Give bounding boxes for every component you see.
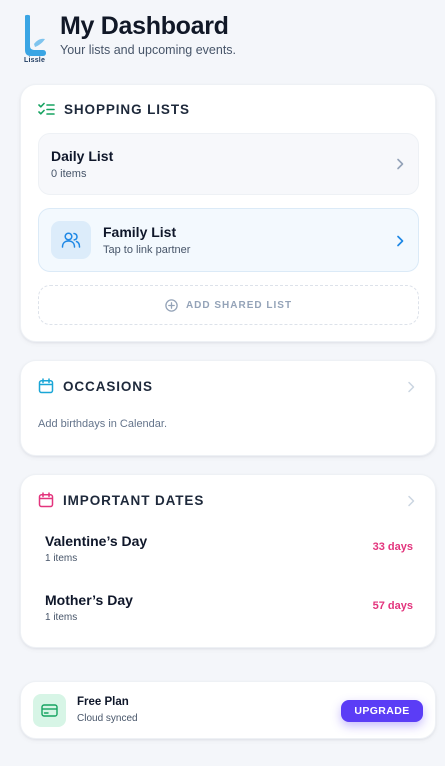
date-item-valentines[interactable]: Valentine’s Day 1 items 33 days	[45, 533, 413, 573]
shopping-lists-card: SHOPPING LISTS Daily List 0 items Family…	[20, 84, 436, 342]
list-item-daily[interactable]: Daily List 0 items	[38, 133, 419, 195]
sync-status: Cloud synced	[77, 713, 138, 724]
logo-wordmark: Lissle	[24, 57, 46, 64]
plus-circle-icon	[165, 298, 178, 312]
days-remaining-badge: 57 days	[372, 600, 413, 612]
page-subtitle: Your lists and upcoming events.	[60, 43, 237, 57]
chevron-right-icon	[397, 235, 404, 247]
plan-name: Free Plan	[77, 696, 129, 708]
checklist-icon	[38, 102, 55, 115]
important-dates-card: IMPORTANT DATES Valentine’s Day 1 items …	[20, 474, 436, 648]
upgrade-button[interactable]: UPGRADE	[341, 700, 423, 722]
list-name: Daily List	[51, 148, 114, 164]
chevron-right-icon[interactable]	[407, 495, 415, 507]
date-item-count: 1 items	[45, 553, 78, 564]
credit-card-icon	[41, 704, 58, 717]
occasions-empty-note: Add birthdays in Calendar.	[38, 418, 168, 430]
list-link-hint: Tap to link partner	[103, 244, 191, 256]
chevron-right-icon	[397, 158, 404, 170]
list-item-count: 0 items	[51, 168, 87, 180]
date-name: Mother’s Day	[45, 592, 133, 608]
add-shared-list-button[interactable]: ADD SHARED LIST	[38, 285, 419, 325]
list-item-family[interactable]: Family List Tap to link partner	[38, 208, 419, 272]
calendar-icon	[38, 492, 54, 508]
occasions-card[interactable]: OCCASIONS Add birthdays in Calendar.	[20, 360, 436, 456]
chevron-right-icon	[408, 381, 415, 393]
family-icon-container	[51, 221, 91, 259]
date-item-count: 1 items	[45, 612, 78, 623]
plan-card: Free Plan Cloud synced UPGRADE	[20, 681, 436, 739]
days-remaining-badge: 33 days	[372, 541, 413, 553]
shopping-lists-title: SHOPPING LISTS	[64, 102, 190, 117]
plan-icon-container	[33, 694, 66, 727]
date-item-mothers-day[interactable]: Mother’s Day 1 items 57 days	[45, 592, 413, 632]
app-logo-icon	[25, 14, 46, 56]
occasions-header: OCCASIONS	[38, 378, 153, 394]
dashboard-page: Lissle My Dashboard Your lists and upcom…	[0, 0, 445, 766]
page-title: My Dashboard	[60, 12, 229, 40]
occasions-title: OCCASIONS	[63, 378, 153, 394]
shopping-lists-header: SHOPPING LISTS	[38, 102, 190, 117]
page-header: Lissle My Dashboard Your lists and upcom…	[22, 12, 422, 64]
list-name: Family List	[103, 224, 177, 240]
add-shared-list-label: ADD SHARED LIST	[185, 299, 293, 311]
important-dates-header[interactable]: IMPORTANT DATES	[38, 492, 204, 508]
users-icon	[61, 232, 81, 248]
important-dates-title: IMPORTANT DATES	[63, 492, 205, 508]
calendar-icon	[38, 378, 54, 394]
date-name: Valentine’s Day	[45, 533, 148, 549]
